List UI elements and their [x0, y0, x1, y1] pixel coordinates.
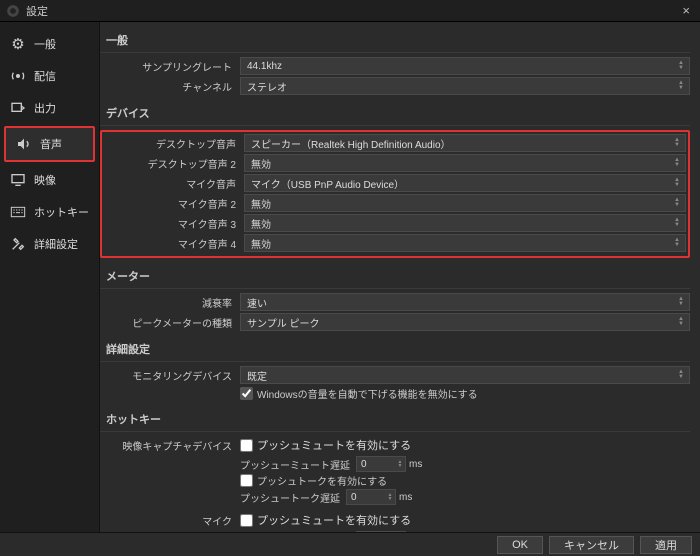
chevron-up-down-icon: ▲▼: [671, 195, 683, 211]
label-cap-ptt-enable: プッシュトークを有効にする: [257, 473, 387, 488]
label-desktop-audio-2: デスクトップ音声 2: [104, 156, 244, 171]
apply-button[interactable]: 適用: [640, 536, 692, 554]
sidebar-item-video[interactable]: 映像: [0, 164, 99, 196]
section-title-devices: デバイス: [100, 101, 690, 126]
label-capture-device: 映像キャプチャデバイス: [100, 438, 240, 453]
dropdown-sample-rate[interactable]: 44.1khz▲▼: [240, 57, 690, 75]
label-monitoring-device: モニタリングデバイス: [100, 368, 240, 383]
footer: OK キャンセル 適用: [0, 532, 700, 556]
sidebar-item-hotkeys[interactable]: ホットキー: [0, 196, 99, 228]
sidebar-item-general[interactable]: ⚙一般: [0, 28, 99, 60]
section-title-hotkeys: ホットキー: [100, 407, 690, 432]
chevron-up-down-icon: ▲▼: [675, 367, 687, 383]
cancel-button[interactable]: キャンセル: [549, 536, 634, 554]
section-meter: メーター 減衰率速い▲▼ ピークメーターの種類サンプル ピーク▲▼: [100, 264, 690, 331]
content-pane[interactable]: 一般 サンプリングレート44.1khz▲▼ チャンネルステレオ▲▼ デバイス デ…: [100, 22, 700, 532]
window-title: 設定: [26, 3, 678, 19]
label-desktop-audio: デスクトップ音声: [104, 136, 244, 151]
dropdown-channel[interactable]: ステレオ▲▼: [240, 77, 690, 95]
section-advanced: 詳細設定 モニタリングデバイス既定▲▼ Windowsの音量を自動で下げる機能を…: [100, 337, 690, 401]
label-mic-audio-4: マイク音声 4: [104, 236, 244, 251]
title-bar: 設定 ×: [0, 0, 700, 22]
spin-cap-ptt-delay[interactable]: 0▲▼: [346, 489, 396, 505]
label-mic-audio-2: マイク音声 2: [104, 196, 244, 211]
dropdown-desktop-audio-2[interactable]: 無効▲▼: [244, 154, 686, 172]
checkbox-disable-ducking[interactable]: [240, 387, 253, 400]
checkbox-cap-ptt-enable[interactable]: [240, 474, 253, 487]
sidebar-item-advanced[interactable]: 詳細設定: [0, 228, 99, 260]
sidebar: ⚙一般 配信 出力 音声 映像 ホットキー 詳細設定: [0, 22, 100, 532]
ok-button[interactable]: OK: [497, 536, 543, 554]
gear-icon: ⚙: [8, 34, 28, 54]
label-sample-rate: サンプリングレート: [100, 59, 240, 74]
label-mic-ptm-delay: プッシューミュート遅延: [240, 532, 350, 533]
close-icon[interactable]: ×: [678, 3, 694, 18]
section-title-general: 一般: [100, 28, 690, 53]
section-devices: デバイス デスクトップ音声スピーカー（Realtek High Definiti…: [100, 101, 690, 258]
label-mic-audio: マイク音声: [104, 176, 244, 191]
chevron-up-down-icon: ▲▼: [675, 314, 687, 330]
chevron-up-down-icon: ▲▼: [671, 215, 683, 231]
tools-icon: [8, 234, 28, 254]
chevron-up-down-icon: ▲▼: [675, 294, 687, 310]
label-disable-ducking: Windowsの音量を自動で下げる機能を無効にする: [257, 386, 478, 401]
monitor-icon: [8, 170, 28, 190]
chevron-up-down-icon: ▲▼: [675, 78, 687, 94]
chevron-up-down-icon: ▲▼: [675, 58, 687, 74]
chevron-up-down-icon: ▲▼: [671, 235, 683, 251]
dropdown-decay-rate[interactable]: 速い▲▼: [240, 293, 690, 311]
checkbox-mic-ptm-enable[interactable]: [240, 514, 253, 527]
devices-highlight-box: デスクトップ音声スピーカー（Realtek High Definition Au…: [100, 130, 690, 258]
chevron-up-down-icon: ▲▼: [395, 457, 405, 471]
label-channel: チャンネル: [100, 79, 240, 94]
dropdown-peak-meter-type[interactable]: サンプル ピーク▲▼: [240, 313, 690, 331]
dropdown-mic-audio-3[interactable]: 無効▲▼: [244, 214, 686, 232]
dropdown-mic-audio-2[interactable]: 無効▲▼: [244, 194, 686, 212]
label-mic-ptm-enable: プッシュミュートを有効にする: [257, 512, 411, 528]
output-icon: [8, 98, 28, 118]
label-hotkey-mic: マイク: [100, 513, 240, 528]
sidebar-item-output[interactable]: 出力: [0, 92, 99, 124]
sidebar-item-stream[interactable]: 配信: [0, 60, 99, 92]
chevron-up-down-icon: ▲▼: [671, 155, 683, 171]
dropdown-monitoring-device[interactable]: 既定▲▼: [240, 366, 690, 384]
dropdown-mic-audio[interactable]: マイク（USB PnP Audio Device）▲▼: [244, 174, 686, 192]
chevron-up-down-icon: ▲▼: [671, 175, 683, 191]
sidebar-item-audio[interactable]: 音声: [6, 128, 93, 160]
label-cap-ptt-delay: プッシュートーク遅延: [240, 490, 340, 505]
keyboard-icon: [8, 202, 28, 222]
checkbox-cap-ptm-enable[interactable]: [240, 439, 253, 452]
label-mic-audio-3: マイク音声 3: [104, 216, 244, 231]
dropdown-desktop-audio[interactable]: スピーカー（Realtek High Definition Audio）▲▼: [244, 134, 686, 152]
app-logo-icon: [6, 4, 20, 18]
chevron-up-down-icon: ▲▼: [671, 135, 683, 151]
dropdown-mic-audio-4[interactable]: 無効▲▼: [244, 234, 686, 252]
section-title-advanced: 詳細設定: [100, 337, 690, 362]
chevron-up-down-icon: ▲▼: [385, 490, 395, 504]
speaker-icon: [14, 134, 34, 154]
label-cap-ptm-enable: プッシュミュートを有効にする: [257, 437, 411, 453]
label-peak-meter-type: ピークメーターの種類: [100, 315, 240, 330]
spin-mic-ptm-delay[interactable]: 0▲▼: [356, 531, 406, 532]
label-cap-ptm-delay: プッシューミュート遅延: [240, 457, 350, 472]
spin-cap-ptm-delay[interactable]: 0▲▼: [356, 456, 406, 472]
antenna-icon: [8, 66, 28, 86]
section-hotkeys: ホットキー 映像キャプチャデバイス プッシュミュートを有効にする プッシューミュ…: [100, 407, 690, 532]
section-general: 一般 サンプリングレート44.1khz▲▼ チャンネルステレオ▲▼: [100, 28, 690, 95]
label-decay-rate: 減衰率: [100, 295, 240, 310]
section-title-meter: メーター: [100, 264, 690, 289]
